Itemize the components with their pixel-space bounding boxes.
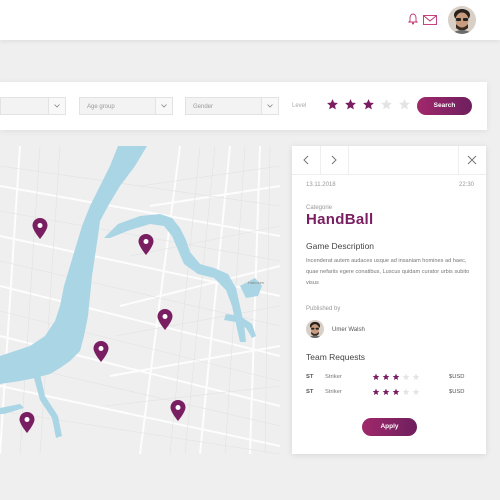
- star-empty-icon[interactable]: [412, 373, 420, 381]
- chevron-down-icon[interactable]: [261, 98, 278, 114]
- level-label: Level: [292, 103, 307, 109]
- position-role: Striker: [325, 374, 342, 380]
- request-price: $USD: [449, 374, 465, 380]
- event-title: HandBall: [306, 211, 374, 228]
- star-filled-icon[interactable]: [382, 388, 390, 396]
- description-text: Incenderat autem audaces usque ad insani…: [306, 258, 470, 286]
- avatar[interactable]: [448, 6, 476, 34]
- event-date: 13.11.2018: [306, 182, 336, 188]
- map-pin-icon[interactable]: [18, 411, 36, 435]
- map-place-label: Haboken: [248, 280, 264, 285]
- star-filled-icon[interactable]: [392, 373, 400, 381]
- map[interactable]: Haboken: [0, 146, 280, 454]
- map-pin-icon[interactable]: [169, 399, 187, 423]
- star-empty-icon[interactable]: [402, 373, 410, 381]
- published-by-label: Published by: [306, 306, 341, 312]
- position-code: ST: [306, 374, 314, 380]
- location-select[interactable]: [0, 97, 66, 115]
- next-button[interactable]: [320, 146, 348, 174]
- star-empty-icon[interactable]: [412, 388, 420, 396]
- team-requests-heading: Team Requests: [306, 352, 366, 362]
- event-detail-card: 13.11.2018 22:30 Categorie HandBall Game…: [292, 146, 486, 454]
- star-filled-icon[interactable]: [362, 98, 375, 111]
- age-group-select-value: Age group: [87, 104, 115, 110]
- close-icon: [467, 155, 477, 165]
- star-empty-icon[interactable]: [380, 98, 393, 111]
- star-filled-icon[interactable]: [372, 388, 380, 396]
- description-heading: Game Description: [306, 241, 375, 251]
- publisher-avatar[interactable]: [306, 320, 324, 338]
- star-filled-icon[interactable]: [326, 98, 339, 111]
- card-nav: [292, 146, 486, 175]
- request-rating: [372, 388, 420, 396]
- star-filled-icon[interactable]: [344, 98, 357, 111]
- chevron-down-icon[interactable]: [155, 98, 172, 114]
- team-request-row[interactable]: ST Striker $USD: [306, 373, 476, 384]
- position-role: Striker: [325, 389, 342, 395]
- previous-button[interactable]: [292, 146, 320, 174]
- age-group-select[interactable]: Age group: [79, 97, 173, 115]
- position-code: ST: [306, 389, 314, 395]
- event-time: 22:30: [458, 182, 474, 188]
- apply-button[interactable]: Apply: [362, 418, 417, 436]
- star-filled-icon[interactable]: [372, 373, 380, 381]
- star-filled-icon[interactable]: [392, 388, 400, 396]
- chevron-right-icon: [331, 155, 337, 165]
- star-empty-icon[interactable]: [402, 388, 410, 396]
- map-canvas: Haboken: [0, 146, 280, 454]
- gender-select[interactable]: Gender: [185, 97, 279, 115]
- request-rating: [372, 373, 420, 381]
- map-pin-icon[interactable]: [156, 308, 174, 332]
- filter-bar: Age group Gender: [0, 82, 487, 130]
- publisher-name: Umer Walsh: [332, 327, 365, 333]
- level-rating[interactable]: [326, 98, 411, 112]
- gender-select-value: Gender: [193, 104, 214, 110]
- search-button[interactable]: Search: [417, 97, 472, 115]
- map-pin-icon[interactable]: [92, 340, 110, 364]
- chevron-left-icon: [303, 155, 309, 165]
- mail-icon[interactable]: [423, 15, 437, 25]
- map-pin-icon[interactable]: [31, 217, 49, 241]
- map-pin-icon[interactable]: [137, 233, 155, 257]
- chevron-down-icon[interactable]: [48, 98, 65, 114]
- close-button[interactable]: [458, 146, 486, 174]
- star-empty-icon[interactable]: [398, 98, 411, 111]
- top-bar: [0, 0, 500, 40]
- request-price: $USD: [449, 389, 465, 395]
- bell-icon[interactable]: [408, 13, 418, 25]
- team-request-row[interactable]: ST Striker $USD: [306, 388, 476, 399]
- star-filled-icon[interactable]: [382, 373, 390, 381]
